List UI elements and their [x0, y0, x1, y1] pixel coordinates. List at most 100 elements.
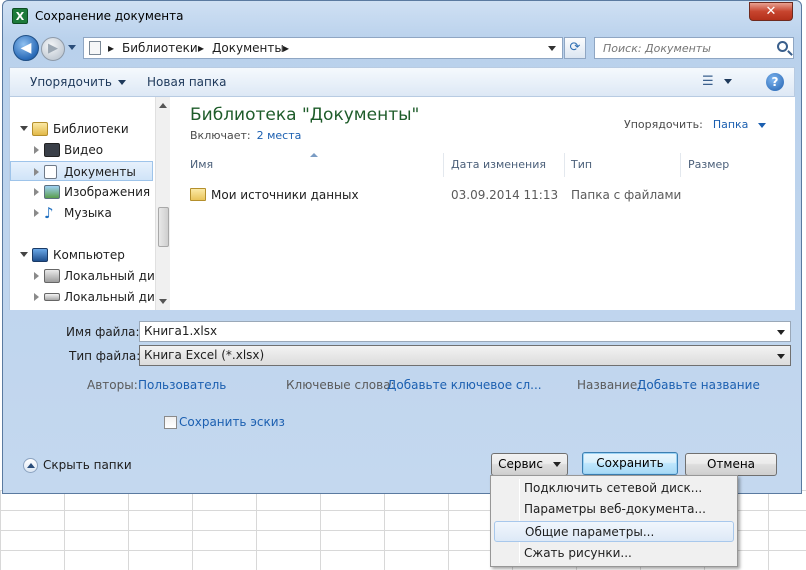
scroll-up-icon[interactable]	[159, 103, 167, 108]
chevron-up-icon	[23, 458, 38, 473]
filename-field[interactable]: Книга1.xlsx	[139, 321, 791, 342]
chevron-down-icon	[117, 80, 126, 85]
tools-dropdown-menu: Подключить сетевой диск... Параметры веб…	[490, 475, 738, 567]
library-includes: Включает: 2 места	[190, 129, 301, 142]
scroll-down-icon[interactable]	[159, 299, 167, 304]
help-icon[interactable]: ?	[766, 73, 784, 91]
nav-item-music[interactable]: ♪ Музыка	[10, 203, 153, 223]
save-thumbnail-checkbox[interactable]	[164, 416, 177, 429]
nav-item-label: Изображения	[64, 185, 151, 199]
file-date: 03.09.2014 11:13	[451, 188, 559, 202]
expand-icon[interactable]	[34, 293, 39, 301]
filename-value: Книга1.xlsx	[144, 324, 218, 338]
scroll-thumb[interactable]	[158, 207, 169, 247]
nav-item-libraries[interactable]: Библиотеки	[10, 119, 153, 139]
column-header-type[interactable]: Тип	[565, 153, 681, 177]
nav-item-video[interactable]: Видео	[10, 140, 153, 160]
chevron-down-icon	[552, 462, 561, 467]
address-separator-icon[interactable]: ▸	[283, 41, 289, 55]
back-button[interactable]: ◀	[13, 35, 39, 61]
keywords-label: Ключевые слова:	[286, 378, 395, 392]
local-disk-icon	[44, 269, 60, 283]
nav-item-label: Локальный диск	[64, 290, 169, 304]
filetype-select[interactable]: Книга Excel (*.xlsx)	[139, 345, 791, 366]
address-dropdown-icon[interactable]	[548, 46, 556, 51]
nav-pane-scrollbar[interactable]	[155, 97, 170, 310]
arrange-value-link[interactable]: Папка	[713, 118, 766, 131]
table-row[interactable]: Мои источники данных 03.09.2014 11:13 Па…	[184, 185, 774, 205]
video-icon	[44, 143, 60, 157]
keywords-value[interactable]: Добавьте ключевое сл...	[387, 378, 542, 392]
organize-label: Упорядочить	[30, 75, 112, 89]
nav-item-label: Библиотеки	[53, 122, 129, 136]
address-separator-icon[interactable]: ▸	[198, 41, 204, 55]
nav-item-local-disk-1[interactable]: Локальный диск	[10, 266, 169, 286]
dialog-title: Сохранение документа	[35, 9, 184, 23]
address-separator-icon[interactable]: ▸	[108, 41, 114, 55]
tools-label: Сервис	[498, 457, 543, 471]
cancel-button[interactable]: Отмена	[685, 453, 777, 476]
expand-icon[interactable]	[20, 126, 28, 131]
file-list-pane: Библиотека "Документы" Включает: 2 места …	[170, 97, 795, 310]
menu-item-compress-pictures[interactable]: Сжать рисунки...	[494, 543, 734, 564]
search-icon[interactable]	[777, 41, 788, 52]
change-view-button[interactable]: ☰	[702, 74, 732, 89]
chevron-down-icon	[723, 79, 732, 84]
file-name: Мои источники данных	[211, 188, 359, 202]
documents-icon	[44, 165, 57, 179]
search-input[interactable]	[601, 38, 771, 58]
expand-icon[interactable]	[34, 188, 39, 196]
column-header-size[interactable]: Размер	[682, 153, 772, 177]
navigation-bar: ◀ ▶ ▸ Библиотеки ▸ Документы ▸ ⟳	[3, 33, 801, 63]
documents-icon	[89, 41, 101, 55]
view-list-icon: ☰	[702, 74, 714, 89]
command-toolbar: Упорядочить Новая папка ☰ ?	[9, 67, 795, 97]
nav-item-label: Документы	[64, 165, 136, 179]
forward-button[interactable]: ▶	[41, 37, 65, 61]
close-button[interactable]: ✕	[749, 2, 793, 21]
expand-icon[interactable]	[34, 272, 39, 280]
save-button[interactable]: Сохранить	[582, 452, 678, 475]
address-bar[interactable]: ▸ Библиотеки ▸ Документы ▸	[83, 37, 563, 59]
expand-icon[interactable]	[34, 146, 39, 154]
menu-item-map-network-drive[interactable]: Подключить сетевой диск...	[494, 478, 734, 499]
chevron-down-icon[interactable]	[777, 330, 785, 335]
nav-item-label: Локальный диск	[64, 269, 169, 283]
libraries-icon	[32, 122, 48, 136]
menu-item-web-options[interactable]: Параметры веб-документа...	[494, 499, 734, 520]
includes-link[interactable]: 2 места	[257, 129, 302, 142]
file-type: Папка с файлами	[571, 188, 682, 202]
filename-label: Имя файла:	[66, 325, 140, 339]
new-folder-button[interactable]: Новая папка	[147, 75, 226, 89]
column-header-date[interactable]: Дата изменения	[445, 153, 565, 177]
menu-item-general-options[interactable]: Общие параметры...	[494, 521, 734, 542]
column-header-name[interactable]: Имя	[184, 153, 444, 177]
nav-item-images[interactable]: Изображения	[10, 182, 153, 202]
title-label: Название:	[577, 378, 642, 392]
refresh-button[interactable]: ⟳	[564, 37, 586, 59]
expand-icon[interactable]	[34, 168, 39, 176]
save-thumbnail-label[interactable]: Сохранить эскиз	[179, 415, 285, 429]
save-dialog: X Сохранение документа ✕ ◀ ▶ ▸ Библиотек…	[2, 0, 802, 494]
history-dropdown-icon[interactable]	[68, 45, 76, 50]
expand-icon[interactable]	[34, 209, 39, 217]
folder-icon	[190, 188, 206, 201]
nav-item-computer[interactable]: Компьютер	[10, 245, 153, 265]
title-value[interactable]: Добавьте название	[637, 378, 760, 392]
music-icon: ♪	[44, 204, 54, 222]
address-segment-libraries[interactable]: Библиотеки	[122, 41, 198, 55]
nav-item-documents[interactable]: Документы	[10, 161, 153, 181]
filetype-value: Книга Excel (*.xlsx)	[144, 348, 265, 362]
hide-folders-button[interactable]: Скрыть папки	[23, 458, 132, 473]
title-bar: X Сохранение документа ✕	[3, 1, 801, 31]
chevron-down-icon[interactable]	[777, 354, 785, 359]
filetype-label: Тип файла:	[69, 349, 141, 363]
nav-item-local-disk-2[interactable]: Локальный диск	[10, 287, 169, 307]
organize-menu[interactable]: Упорядочить	[30, 75, 126, 89]
expand-icon[interactable]	[20, 252, 28, 257]
tools-button[interactable]: Сервис	[491, 453, 568, 476]
address-segment-documents[interactable]: Документы	[212, 41, 284, 55]
arrange-label: Упорядочить:	[624, 118, 703, 131]
search-box[interactable]	[594, 37, 794, 59]
authors-value[interactable]: Пользователь	[138, 378, 226, 392]
